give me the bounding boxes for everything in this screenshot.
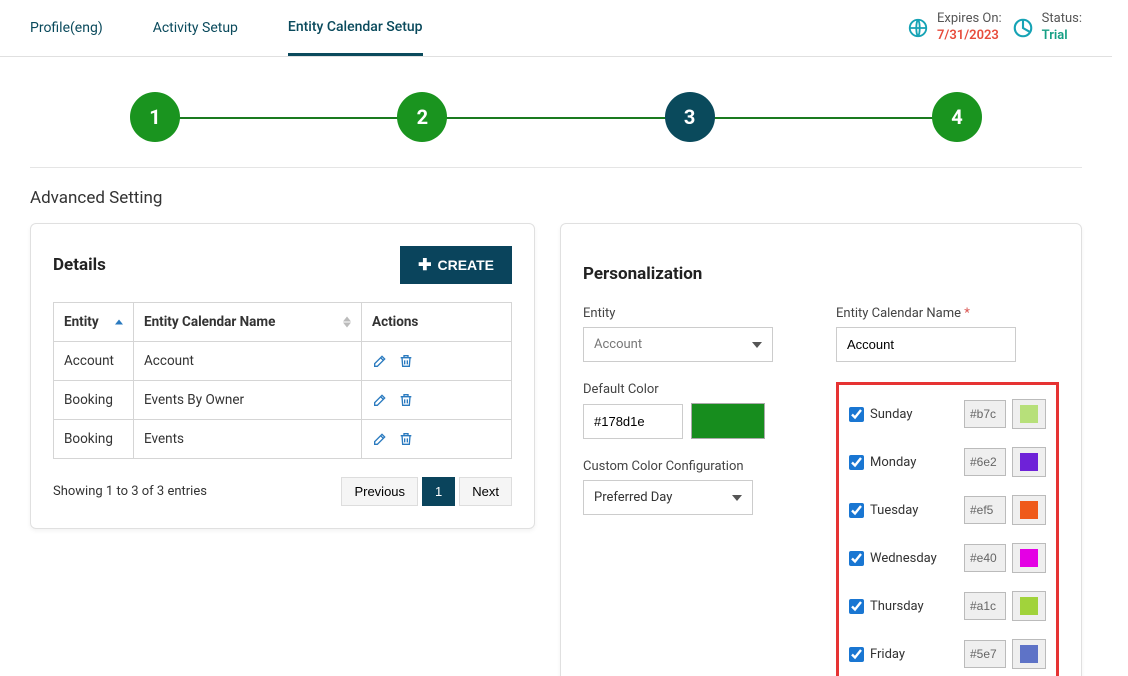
stepper-line — [155, 117, 957, 119]
globe-icon — [907, 17, 929, 39]
day-row: Monday — [849, 447, 1046, 477]
cell-name: Events — [134, 420, 362, 459]
day-row: Sunday — [849, 399, 1046, 429]
edit-icon[interactable] — [372, 353, 388, 369]
day-swatch-button[interactable] — [1012, 495, 1046, 525]
table-row: BookingEvents By Owner — [54, 381, 512, 420]
day-label: Friday — [870, 647, 958, 662]
create-button[interactable]: ✚ CREATE — [400, 246, 512, 284]
section-heading: Advanced Setting — [0, 168, 1112, 223]
day-row: Thursday — [849, 591, 1046, 621]
default-color-field: Default Color — [583, 382, 806, 439]
day-swatch-button[interactable] — [1012, 447, 1046, 477]
day-row: Friday — [849, 639, 1046, 669]
status-value: Trial — [1042, 28, 1082, 45]
day-swatch-button[interactable] — [1012, 639, 1046, 669]
trash-icon[interactable] — [398, 392, 414, 408]
day-swatch-button[interactable] — [1012, 399, 1046, 429]
trash-icon[interactable] — [398, 431, 414, 447]
calendar-name-label: Entity Calendar Name * — [836, 306, 1059, 321]
custom-config-field: Custom Color Configuration Preferred Day — [583, 459, 806, 515]
prev-button[interactable]: Previous — [341, 477, 418, 506]
day-color-input[interactable] — [964, 544, 1006, 572]
day-checkbox[interactable] — [849, 407, 864, 422]
day-checkbox[interactable] — [849, 503, 864, 518]
chevron-down-icon — [732, 495, 742, 501]
tab-entity-calendar-setup[interactable]: Entity Calendar Setup — [288, 1, 423, 56]
edit-icon[interactable] — [372, 392, 388, 408]
stepper: 1 2 3 4 — [30, 57, 1082, 168]
calendar-name-field: Entity Calendar Name * — [836, 306, 1059, 362]
details-title: Details — [53, 255, 106, 275]
day-label: Wednesday — [870, 551, 958, 566]
day-color-input[interactable] — [964, 592, 1006, 620]
table-footer-text: Showing 1 to 3 of 3 entries — [53, 484, 207, 499]
top-tab-bar: Profile(eng) Activity Setup Entity Calen… — [0, 0, 1112, 57]
cell-entity: Booking — [54, 420, 134, 459]
col-name[interactable]: Entity Calendar Name — [134, 303, 362, 342]
default-color-label: Default Color — [583, 382, 806, 397]
pagination: Previous 1 Next — [341, 477, 512, 506]
day-color-input[interactable] — [964, 496, 1006, 524]
default-color-input[interactable] — [583, 404, 683, 439]
plus-icon: ✚ — [418, 255, 431, 275]
table-row: AccountAccount — [54, 342, 512, 381]
sort-name-icon — [343, 317, 355, 328]
status-label: Status: — [1042, 11, 1082, 28]
day-swatch-button[interactable] — [1012, 543, 1046, 573]
tab-profile[interactable]: Profile(eng) — [30, 2, 103, 54]
col-entity[interactable]: Entity — [54, 303, 134, 342]
page-1-button[interactable]: 1 — [422, 477, 455, 506]
default-color-swatch[interactable] — [691, 403, 765, 439]
day-color-input[interactable] — [964, 640, 1006, 668]
step-3[interactable]: 3 — [665, 92, 715, 142]
day-row: Wednesday — [849, 543, 1046, 573]
expires-label: Expires On: — [937, 11, 1002, 28]
custom-config-label: Custom Color Configuration — [583, 459, 806, 474]
day-row: Tuesday — [849, 495, 1046, 525]
cell-name: Account — [134, 342, 362, 381]
entity-label: Entity — [583, 306, 806, 321]
personalization-title: Personalization — [583, 264, 1059, 284]
day-label: Sunday — [870, 407, 958, 422]
col-actions: Actions — [362, 303, 512, 342]
entity-field: Entity Account — [583, 306, 806, 362]
expires-value: 7/31/2023 — [937, 28, 1002, 45]
chevron-down-icon — [752, 342, 762, 348]
tab-activity-setup[interactable]: Activity Setup — [153, 2, 238, 54]
cell-entity: Booking — [54, 381, 134, 420]
day-checkbox[interactable] — [849, 599, 864, 614]
cell-entity: Account — [54, 342, 134, 381]
step-4[interactable]: 4 — [932, 92, 982, 142]
day-label: Tuesday — [870, 503, 958, 518]
custom-config-select[interactable]: Preferred Day — [583, 480, 753, 515]
day-label: Thursday — [870, 599, 958, 614]
day-label: Monday — [870, 455, 958, 470]
next-button[interactable]: Next — [459, 477, 512, 506]
edit-icon[interactable] — [372, 431, 388, 447]
cell-name: Events By Owner — [134, 381, 362, 420]
entity-select[interactable]: Account — [583, 327, 773, 362]
day-checkbox[interactable] — [849, 551, 864, 566]
table-row: BookingEvents — [54, 420, 512, 459]
trash-icon[interactable] — [398, 353, 414, 369]
day-color-input[interactable] — [964, 400, 1006, 428]
day-swatch-button[interactable] — [1012, 591, 1046, 621]
pie-icon — [1012, 17, 1034, 39]
day-color-input[interactable] — [964, 448, 1006, 476]
days-highlight-box: Sunday Monday Tuesday Wednesday Thursday Frid… — [836, 382, 1059, 676]
personalization-card: Personalization Entity Account Entity Ca… — [560, 223, 1082, 676]
step-2[interactable]: 2 — [397, 92, 447, 142]
day-checkbox[interactable] — [849, 647, 864, 662]
details-card: Details ✚ CREATE Entity Entity Calendar … — [30, 223, 535, 529]
calendar-name-input[interactable] — [836, 327, 1016, 362]
sort-entity-icon — [115, 320, 127, 325]
details-table: Entity Entity Calendar Name Actions Acco… — [53, 302, 512, 459]
day-checkbox[interactable] — [849, 455, 864, 470]
create-button-label: CREATE — [437, 257, 494, 273]
step-1[interactable]: 1 — [130, 92, 180, 142]
